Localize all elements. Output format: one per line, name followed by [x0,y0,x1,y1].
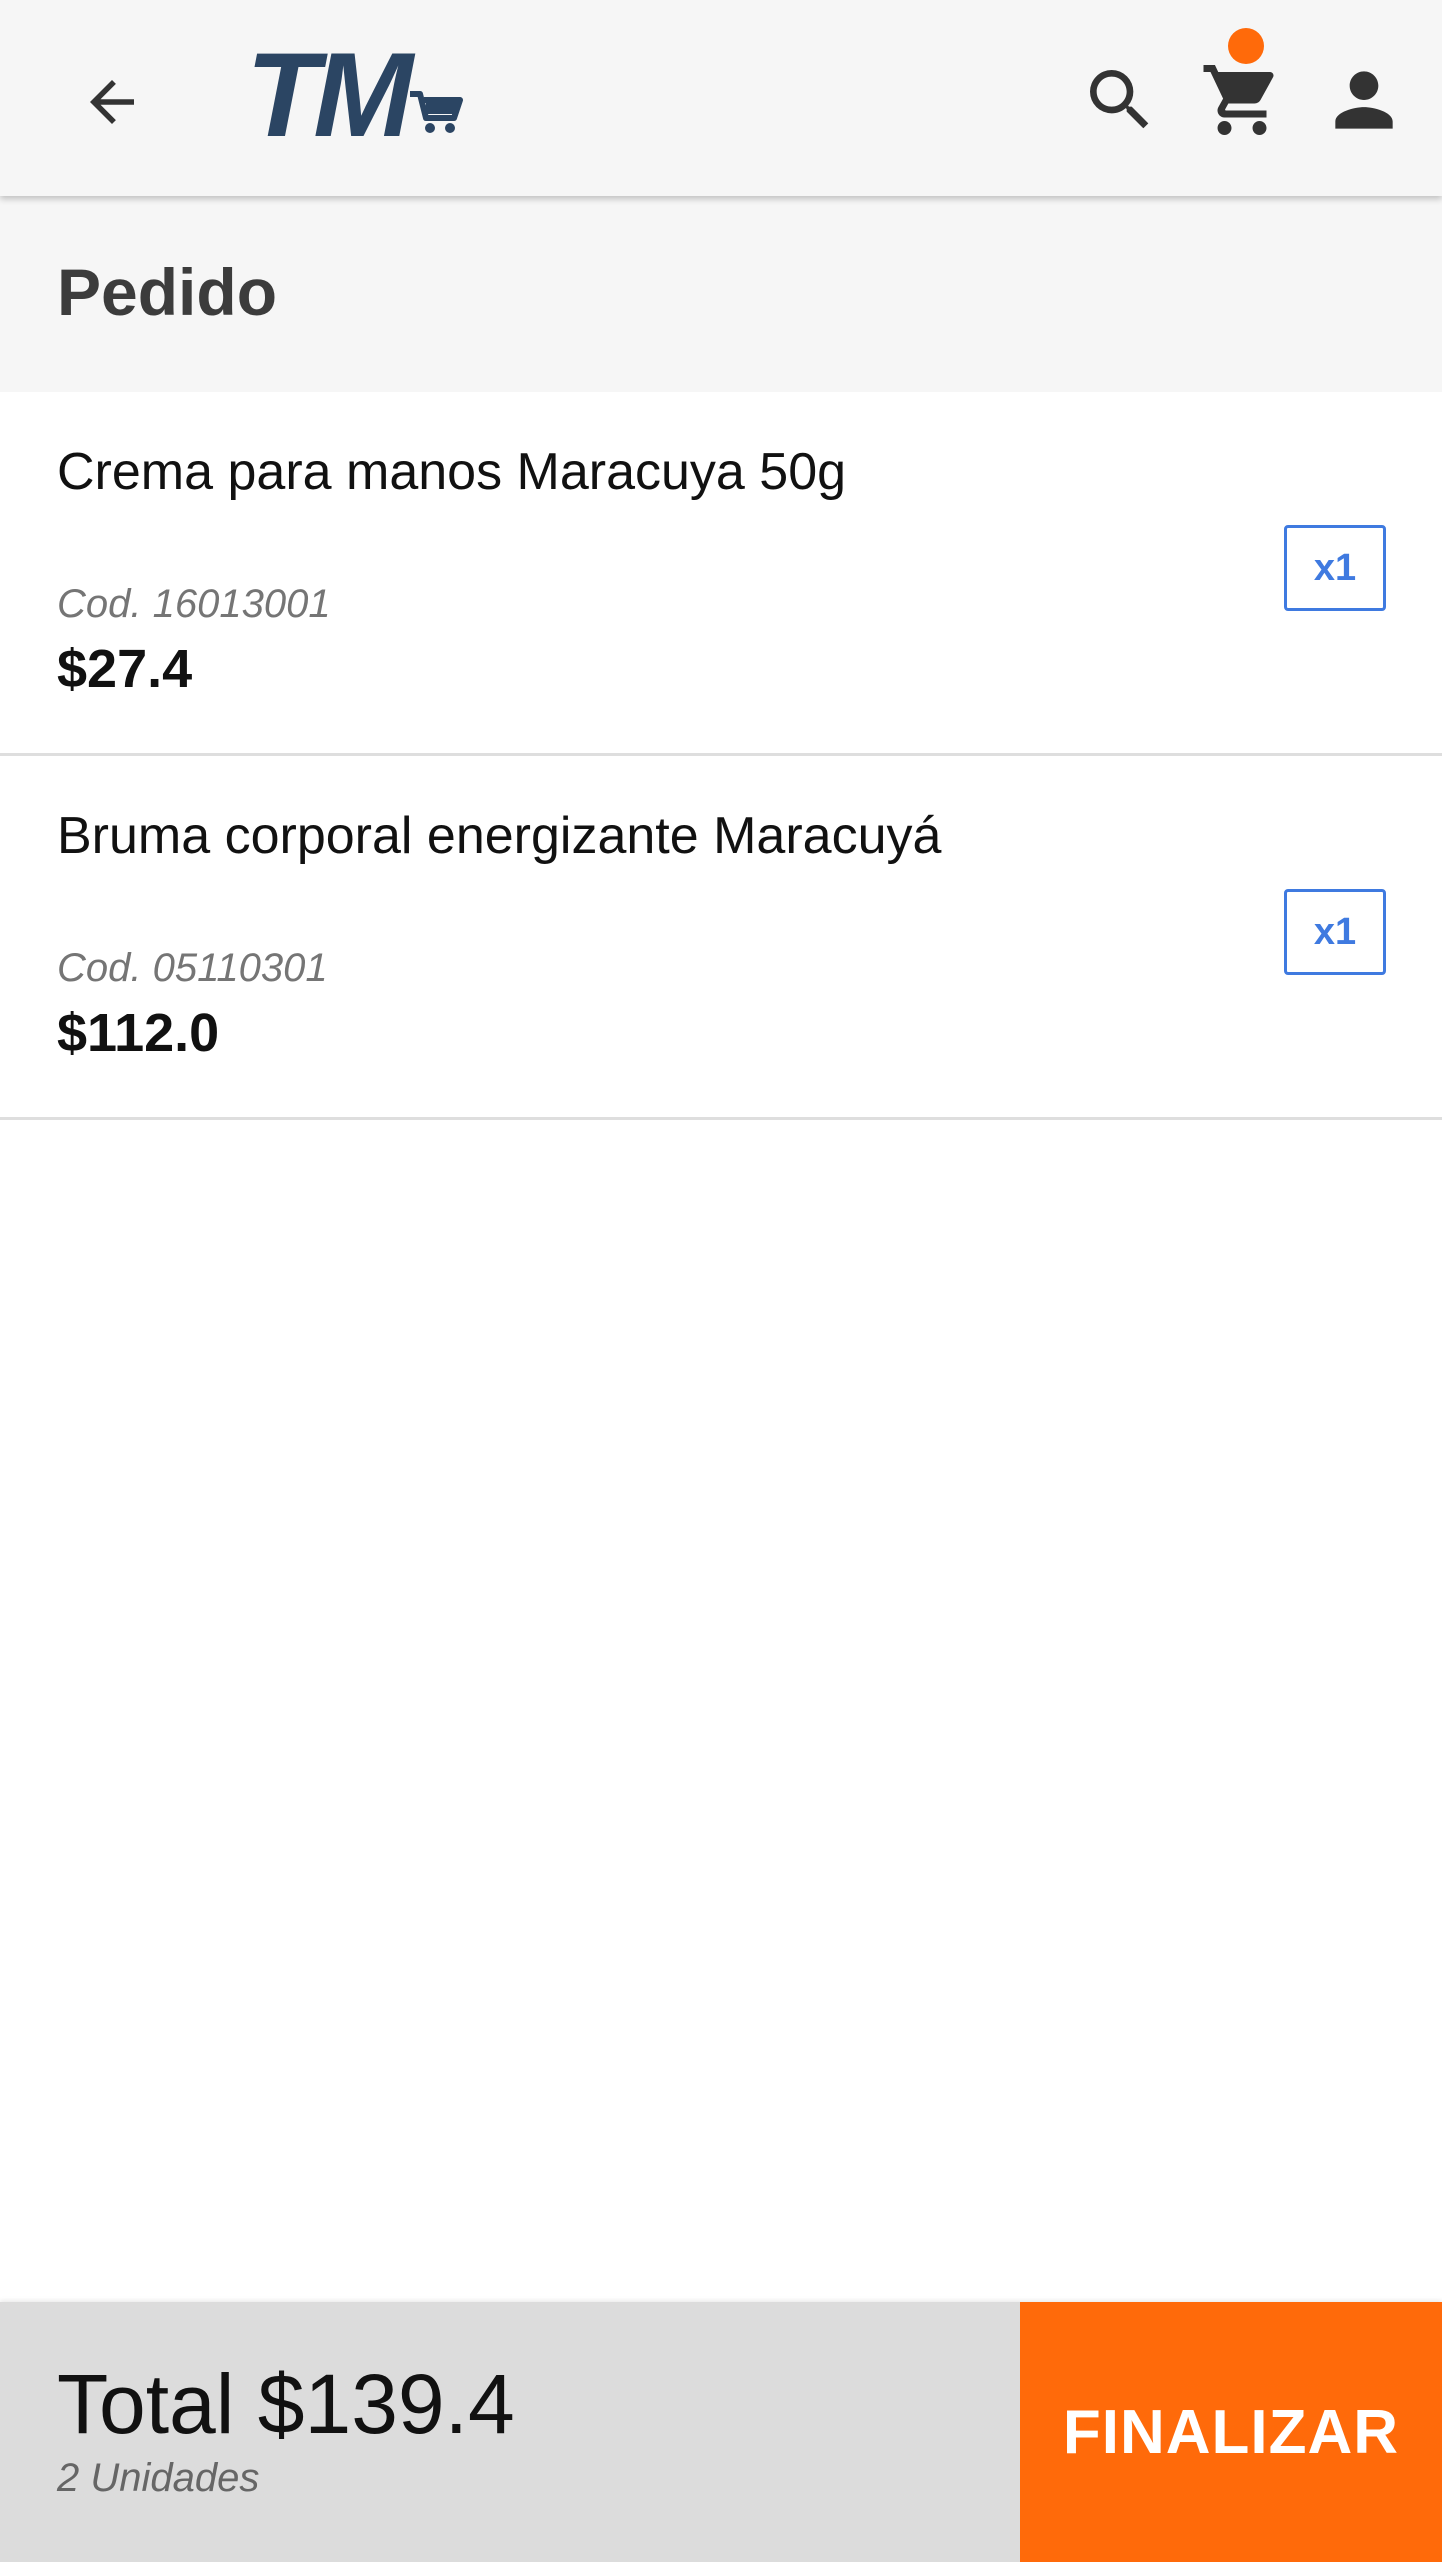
order-section-header: Pedido [0,196,1442,524]
product-name: Bruma corporal energizante Maracuyá [57,807,942,865]
top-app-bar: TM [0,0,1442,196]
quantity-button[interactable]: x1 [1284,889,1386,975]
logo-cart-icon [410,91,463,133]
quantity-button[interactable]: x1 [1284,525,1386,611]
list-item[interactable]: Bruma corporal energizante Maracuyá Cod.… [0,756,1442,1120]
cart-icon [1203,65,1274,135]
order-total: Total $139.4 [57,2357,515,2451]
product-price: $27.4 [57,639,193,699]
cart-button[interactable] [1194,52,1290,148]
search-icon [1090,70,1149,129]
back-button[interactable] [72,62,152,142]
order-items-list: Crema para manos Maracuya 50g Cod. 16013… [0,392,1442,1120]
svg-text:TM: TM [246,30,416,150]
brand-logo[interactable]: TM [244,28,484,162]
unit-count: 2 Unidades [57,2456,260,2500]
back-arrow-icon [90,80,134,124]
order-summary-bar: Total $139.4 2 Unidades FINALIZAR [0,2302,1442,2562]
product-price: $112.0 [57,1003,220,1063]
cart-notification-badge [1228,28,1264,64]
search-button[interactable] [1072,52,1168,148]
product-name: Crema para manos Maracuya 50g [57,443,847,501]
finish-order-button[interactable]: FINALIZAR [1020,2302,1442,2562]
list-item[interactable]: Crema para manos Maracuya 50g Cod. 16013… [0,392,1442,756]
account-icon [1335,71,1393,129]
app-root: TM Pedido Crema para manos Maracuya 50g … [0,0,1442,2562]
account-button[interactable] [1316,52,1412,148]
page-title: Pedido [57,255,278,329]
product-code: Cod. 16013001 [57,582,331,626]
product-code: Cod. 05110301 [57,946,328,990]
